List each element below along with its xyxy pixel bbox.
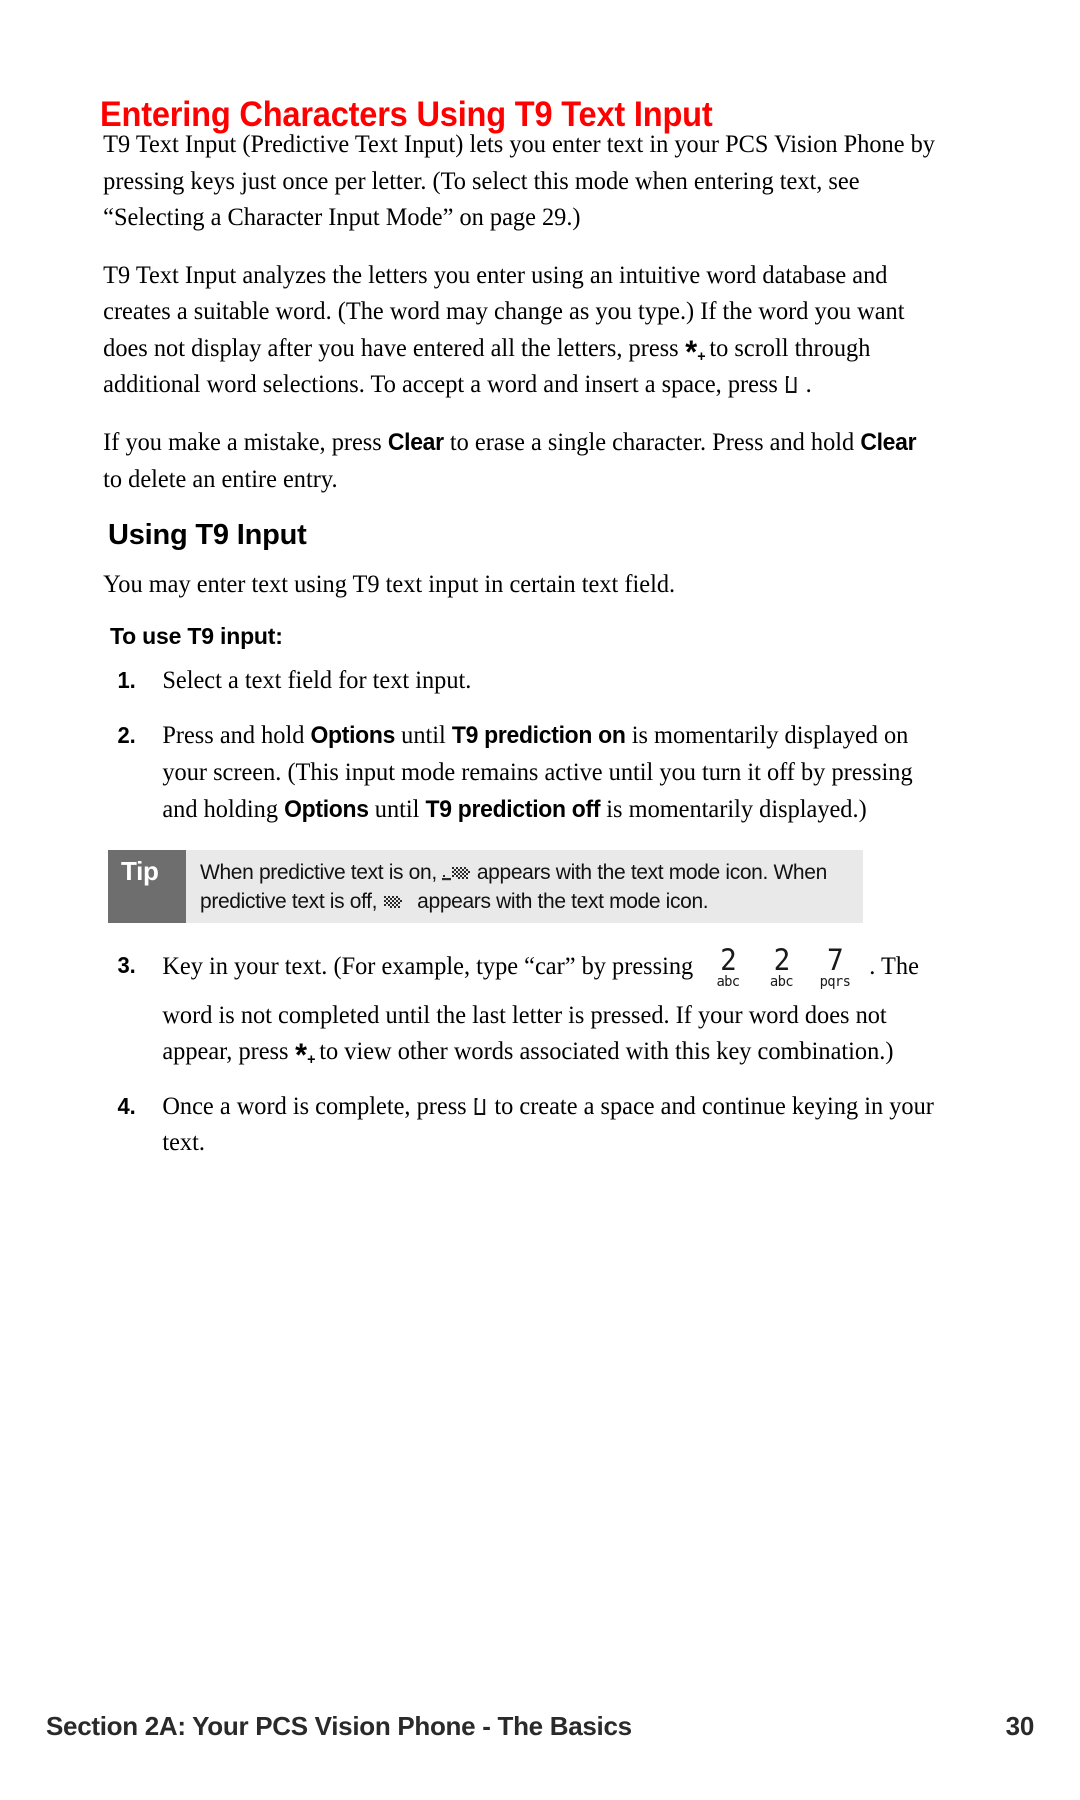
footer-section-label: Section 2A: Your PCS Vision Phone - The …	[46, 1711, 632, 1741]
phone-key-2-second: 2 abc	[755, 943, 808, 991]
keypad-sequence-car: 2 abc 2 abc 7 pqrs	[701, 943, 861, 997]
clear-key-label-2: Clear	[860, 428, 917, 456]
star-glyph: *	[295, 1037, 308, 1073]
phone-key-2-first: 2 abc	[701, 943, 754, 991]
plus-glyph: +	[307, 1051, 316, 1068]
tip-body: When predictive text is on, appears with…	[186, 850, 863, 923]
intro-paragraph-1: T9 Text Input (Predictive Text Input) le…	[0, 126, 1031, 236]
space-key-icon	[785, 376, 800, 396]
intro-paragraph-3-text-c: to delete an entire entry.	[103, 464, 338, 493]
clear-key-label-1: Clear	[387, 428, 444, 456]
tip-callout-box: Tip When predictive text is on, appears …	[108, 850, 863, 923]
step-2-text-b: until	[401, 719, 446, 749]
step-4-text-a: Once a word is complete, press	[162, 1090, 467, 1120]
t9-prediction-on-label: T9 prediction on	[451, 721, 626, 749]
predictive-text-on-icon	[440, 864, 474, 884]
star-plus-key-icon: *+	[685, 336, 705, 368]
manual-page: Entering Characters Using T9 Text Input …	[0, 0, 1080, 1800]
star-plus-key-icon-2: *+	[295, 1039, 315, 1071]
tip-label: Tip	[108, 850, 186, 923]
phone-key-digit: 2	[720, 943, 737, 977]
intro-paragraph-3-text-a: If you make a mistake, press	[103, 426, 382, 456]
step-number-3: 3.	[117, 952, 136, 978]
options-key-label-1: Options	[310, 721, 396, 749]
space-key-icon-2	[474, 1097, 488, 1118]
step-number-2: 2.	[117, 721, 136, 748]
phone-key-letters: abc	[769, 974, 794, 990]
intro-paragraph-2-text-c: .	[805, 369, 812, 398]
step-number-4: 4.	[117, 1092, 136, 1119]
tip-text-c: appears with the text mode icon.	[417, 890, 709, 913]
phone-key-letters: pqrs	[819, 974, 851, 990]
phone-key-digit: 2	[773, 943, 791, 977]
step-3-text-a: Key in your text. (For example, type “ca…	[162, 951, 694, 980]
plus-glyph: +	[697, 347, 706, 365]
step-item-2: 2. Press and hold Options until T9 predi…	[0, 717, 1031, 829]
tip-text-a: When predictive text is on,	[200, 861, 437, 884]
step-item-4: 4. Once a word is complete, press to crea…	[0, 1088, 1031, 1161]
step-number-1: 1.	[117, 667, 136, 693]
intro-paragraph-3: If you make a mistake, press Clear to er…	[0, 424, 1031, 498]
intro-paragraph-3-text-b: to erase a single character. Press and h…	[449, 426, 855, 456]
steps-list: 1. Select a text field for text input. 2…	[0, 662, 1080, 828]
predictive-text-off-icon	[380, 893, 414, 913]
phone-key-letters: abc	[716, 974, 740, 990]
intro-paragraph-1-text: T9 Text Input (Predictive Text Input) le…	[103, 129, 935, 231]
step-item-3: 3. Key in your text. (For example, type …	[0, 943, 1031, 1072]
options-key-label-2: Options	[284, 795, 369, 823]
phone-key-digit: 7	[827, 943, 844, 977]
step-2-text-d: until	[374, 793, 420, 823]
footer-page-number: 30	[1005, 1711, 1035, 1741]
section-subheading-to-use-t9-input: To use T9 input:	[110, 623, 283, 649]
step-2-text-e: is momentarily displayed.)	[606, 793, 867, 823]
page-footer: Section 2A: Your PCS Vision Phone - The …	[46, 1708, 1034, 1742]
star-glyph: *	[685, 333, 698, 370]
steps-list-continued: 3. Key in your text. (For example, type …	[0, 943, 1080, 1161]
step-2-text-a: Press and hold	[162, 719, 305, 749]
using-t9-intro-line: You may enter text using T9 text input i…	[103, 568, 676, 598]
step-item-1: 1. Select a text field for text input.	[0, 662, 1031, 699]
step-3-text-c: to view other words associated with this…	[319, 1036, 894, 1065]
phone-key-7: 7 pqrs	[808, 943, 861, 991]
t9-prediction-off-label: T9 prediction off	[425, 795, 601, 823]
section-heading-using-t9-input: Using T9 Input	[108, 518, 307, 551]
intro-paragraph-2: T9 Text Input analyzes the letters you e…	[0, 257, 1031, 403]
page-content: T9 Text Input (Predictive Text Input) le…	[0, 126, 1080, 1179]
step-1-text: Select a text field for text input.	[162, 665, 472, 694]
